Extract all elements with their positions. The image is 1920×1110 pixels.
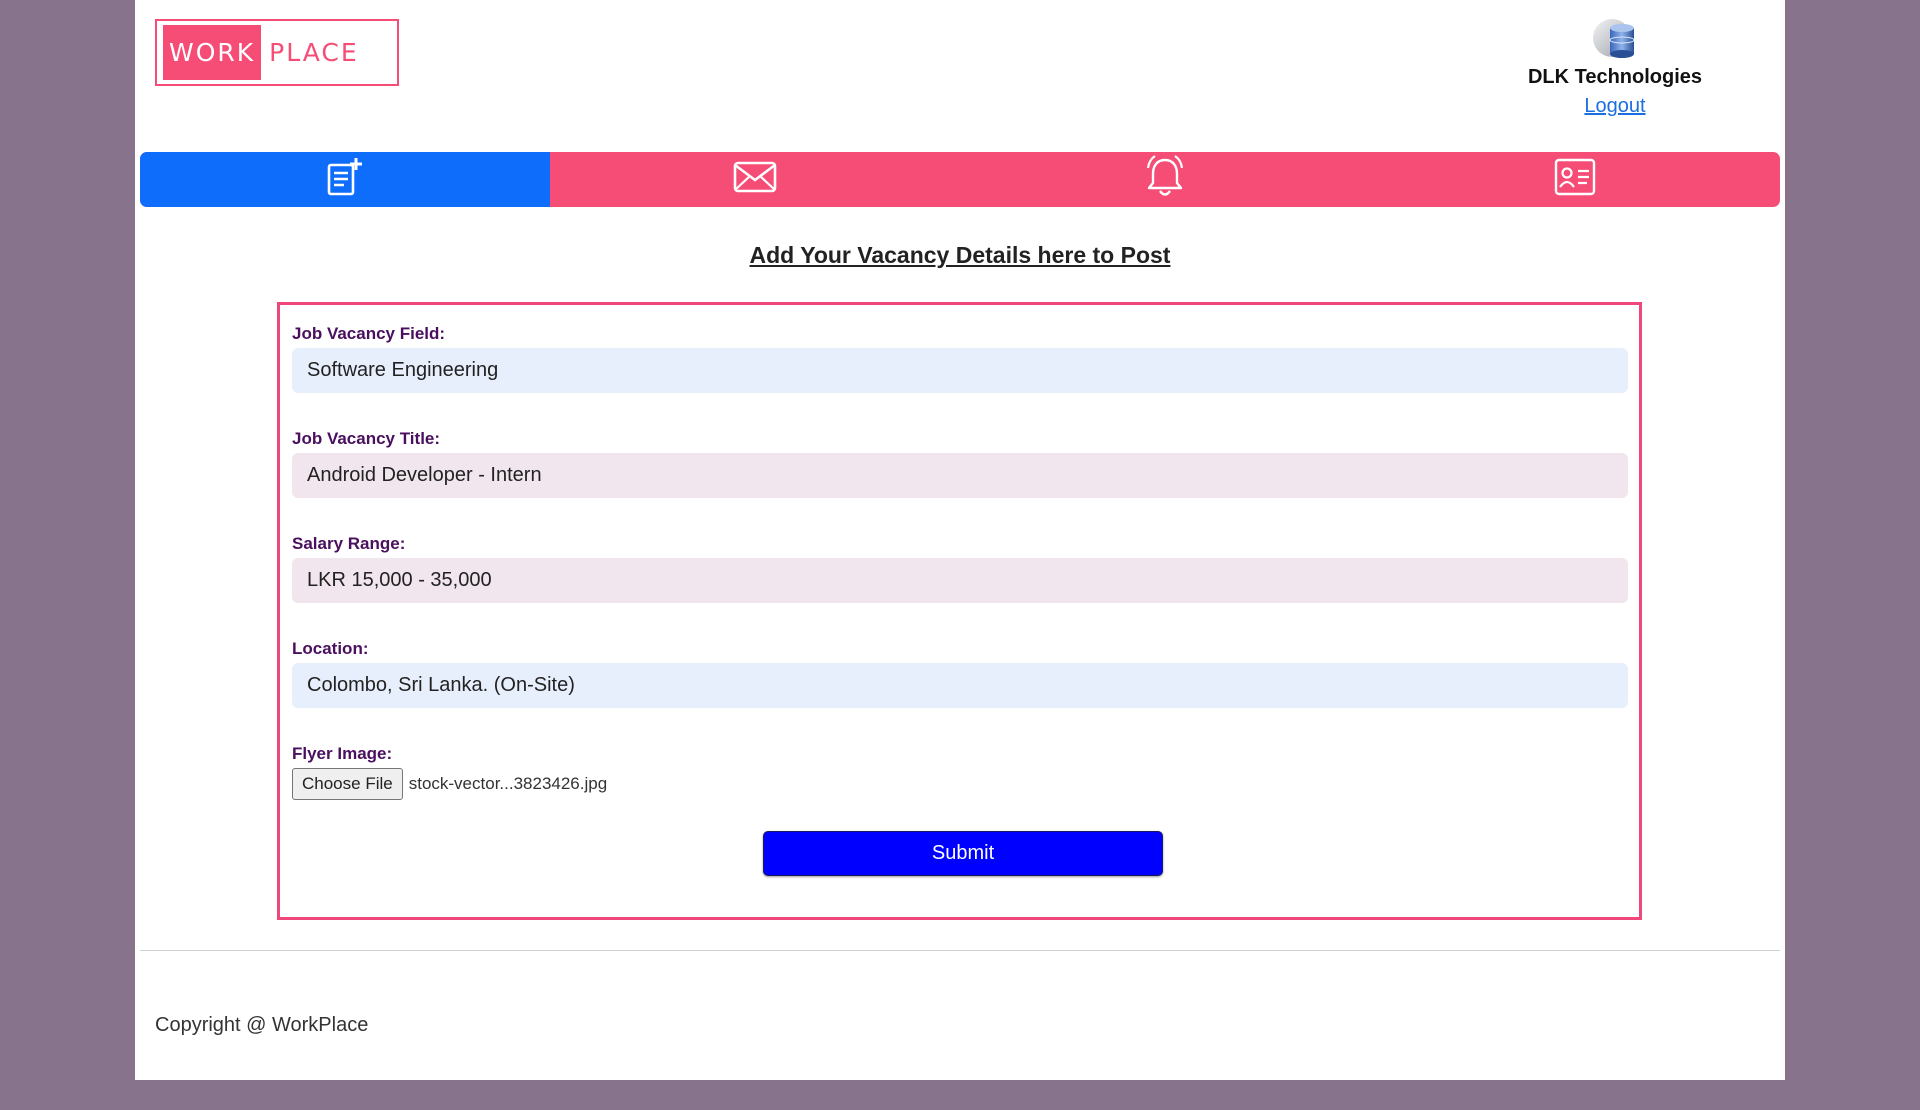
location-label: Location: (292, 639, 369, 658)
submit-button[interactable]: Submit (763, 831, 1163, 876)
page-title: Add Your Vacancy Details here to Post (749, 242, 1171, 268)
post-add-icon (325, 156, 365, 203)
footer-divider (140, 950, 1780, 951)
workplace-logo[interactable]: WORK PLACE (155, 19, 399, 86)
job-title-input[interactable]: Android Developer - Intern (292, 453, 1628, 498)
tab-notifications[interactable] (960, 152, 1370, 207)
company-profile: DLK Technologies Logout (1515, 16, 1715, 118)
logout-link[interactable]: Logout (1584, 95, 1645, 118)
copyright-text: Copyright @ WorkPlace (155, 1014, 369, 1036)
tab-messages[interactable] (550, 152, 960, 207)
envelope-icon (733, 161, 777, 198)
flyer-group: Flyer Image: Choose File stock-vector...… (292, 744, 1628, 800)
tab-profile[interactable] (1370, 152, 1780, 207)
logo-place-text: PLACE (269, 38, 359, 67)
job-field-label: Job Vacancy Field: (292, 324, 446, 343)
vacancy-form: Job Vacancy Field: Software Engineering … (277, 302, 1642, 920)
company-name: DLK Technologies (1527, 66, 1703, 88)
file-picker: Choose File stock-vector...3823426.jpg (292, 768, 1628, 800)
company-avatar-icon (1592, 16, 1638, 62)
job-field-input[interactable]: Software Engineering (292, 348, 1628, 393)
flyer-label: Flyer Image: (292, 744, 393, 763)
salary-group: Salary Range: LKR 15,000 - 35,000 (292, 534, 1628, 603)
location-input[interactable]: Colombo, Sri Lanka. (On-Site) (292, 663, 1628, 708)
location-group: Location: Colombo, Sri Lanka. (On-Site) (292, 639, 1628, 708)
choose-file-button[interactable]: Choose File (292, 768, 403, 800)
tab-post-vacancy[interactable] (140, 152, 550, 207)
selected-file-name: stock-vector...3823426.jpg (408, 774, 608, 793)
job-field-group: Job Vacancy Field: Software Engineering (292, 324, 1628, 393)
job-title-group: Job Vacancy Title: Android Developer - I… (292, 429, 1628, 498)
salary-label: Salary Range: (292, 534, 406, 553)
salary-input[interactable]: LKR 15,000 - 35,000 (292, 558, 1628, 603)
profile-card-icon (1554, 158, 1596, 201)
job-title-label: Job Vacancy Title: (292, 429, 441, 448)
page-container: WORK PLACE DLK Technologies Logout Add Y… (135, 0, 1785, 1080)
bell-icon (1142, 154, 1188, 205)
logo-work-text: WORK (163, 25, 262, 80)
main-nav (140, 152, 1780, 207)
